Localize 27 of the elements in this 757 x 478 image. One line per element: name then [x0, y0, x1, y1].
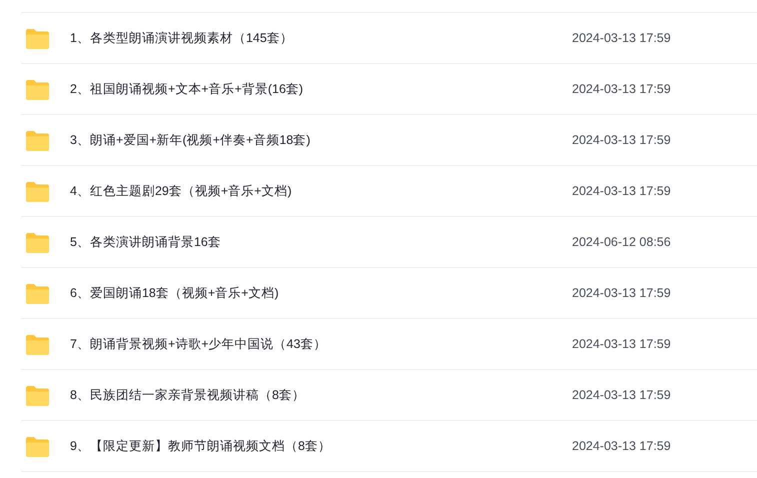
modified-date: 2024-03-13 17:59 — [572, 386, 671, 404]
modified-date: 2024-03-13 17:59 — [572, 30, 671, 47]
folder-icon — [25, 180, 50, 202]
folder-name[interactable]: 4、红色主题剧29套（视频+音乐+文档) — [70, 182, 550, 200]
folder-icon — [25, 384, 50, 406]
folder-icon — [25, 334, 50, 354]
folder-icon — [25, 232, 50, 252]
modified-date: 2024-03-13 17:59 — [572, 132, 671, 149]
folder-name[interactable]: 8、民族团结一家亲背景视频讲稿（8套） — [70, 386, 550, 404]
modified-date: 2024-03-13 17:59 — [572, 284, 671, 302]
folder-icon — [25, 78, 50, 100]
folder-icon — [25, 282, 50, 304]
folder-name[interactable]: 1、各类型朗诵演讲视频素材（145套） — [70, 28, 550, 48]
folder-name[interactable]: 5、各类演讲朗诵背景16套 — [70, 232, 550, 252]
folder-icon — [25, 28, 50, 48]
folder-icon — [25, 130, 50, 150]
folder-name[interactable]: 2、祖国朗诵视频+文本+音乐+背景(16套) — [70, 80, 550, 98]
folder-name[interactable]: 9、【限定更新】教师节朗诵视频文档（8套） — [70, 436, 550, 456]
modified-date: 2024-03-13 17:59 — [572, 336, 671, 353]
modified-date: 2024-06-12 08:56 — [572, 234, 671, 251]
folder-icon — [25, 436, 50, 456]
modified-date: 2024-03-13 17:59 — [572, 182, 671, 200]
folder-name[interactable]: 7、朗诵背景视频+诗歌+少年中国说（43套） — [70, 334, 550, 354]
folder-name[interactable]: 3、朗诵+爱国+新年(视频+伴奏+音频18套) — [70, 130, 550, 150]
folder-name[interactable]: 6、爱国朗诵18套（视频+音乐+文档) — [70, 284, 550, 302]
modified-date: 2024-03-13 17:59 — [572, 438, 671, 455]
modified-date: 2024-03-13 17:59 — [572, 80, 671, 98]
